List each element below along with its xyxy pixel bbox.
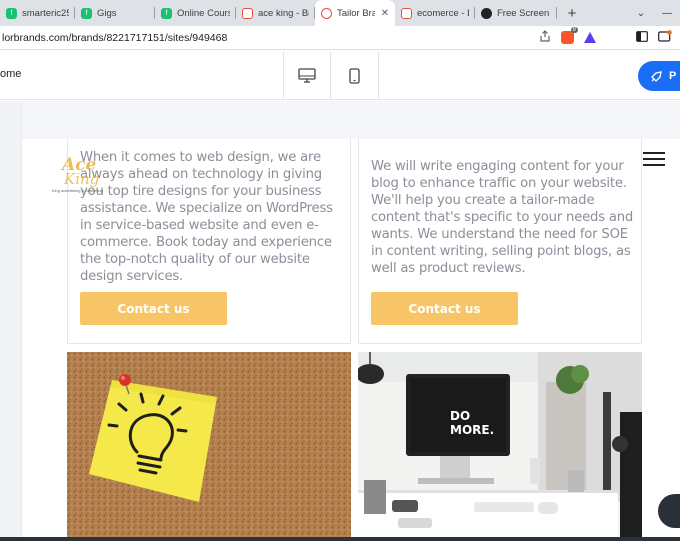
brave-shield-icon[interactable]: 8 xyxy=(561,27,578,44)
photo-desk-computer: DO MORE. xyxy=(358,352,642,541)
close-tab-icon[interactable]: ✕ xyxy=(381,8,389,19)
tab-title: ecomerce - E xyxy=(417,7,469,19)
service-card-web-design[interactable]: When it comes to web design, we are alwa… xyxy=(67,139,351,344)
browser-tab[interactable]: Free Screen R xyxy=(475,0,557,26)
publish-label: P xyxy=(669,70,677,82)
lightbulb-icon xyxy=(67,352,351,541)
text-line: well as product reviews. xyxy=(371,261,526,276)
tab-title: ace king - Br xyxy=(258,7,309,19)
text-line: in content writing, selling point blogs,… xyxy=(371,244,631,259)
photo-lightbulb-note xyxy=(67,352,351,541)
logo-tagline: King advertising & Marketing xyxy=(52,188,103,193)
mobile-icon xyxy=(349,67,360,84)
browser-tab-active[interactable]: Tailor Bra ✕ xyxy=(315,0,395,26)
text-line: wants. We understand the need for SOE xyxy=(371,227,628,242)
site-logo[interactable]: Ace King King advertising & Marketing xyxy=(52,155,108,199)
contact-us-button[interactable]: Contact us xyxy=(371,292,518,325)
text-line: commerce. Book today and experience xyxy=(80,235,332,250)
service-description: We will write engaging content for your … xyxy=(371,158,639,277)
desktop-icon xyxy=(298,68,316,83)
tab-favicon-icon: f xyxy=(6,7,17,19)
browser-tab[interactable]: f Online Cours xyxy=(155,0,236,26)
browser-tab[interactable]: ace king - Br xyxy=(236,0,315,26)
share-icon[interactable] xyxy=(539,30,551,45)
text-line: you top tire designs for your business xyxy=(80,184,322,199)
menu-bar xyxy=(643,164,665,166)
canvas-gutter xyxy=(0,101,22,541)
computer-icon: DO MORE. xyxy=(358,352,642,541)
screen-text-line2: MORE. xyxy=(450,423,494,437)
service-description: When it comes to web design, we are alwa… xyxy=(80,149,342,285)
tab-favicon-icon: f xyxy=(161,7,172,19)
address-bar-icons: 8 xyxy=(539,27,680,45)
menu-bar xyxy=(643,152,665,154)
device-preview-toggle xyxy=(283,52,379,100)
mobile-view-button[interactable] xyxy=(331,52,378,99)
tab-favicon-icon xyxy=(321,7,332,19)
text-line: the top-notch quality of our website xyxy=(80,252,310,267)
minimize-icon[interactable]: — xyxy=(654,8,680,19)
brave-badge: 8 xyxy=(570,27,578,33)
url-field[interactable]: lorbrands.com/brands/8221717151/sites/94… xyxy=(0,32,539,44)
desktop-view-button[interactable] xyxy=(284,52,331,99)
text-line: always ahead on technology in giving xyxy=(80,167,322,182)
brave-rewards-icon[interactable] xyxy=(584,32,596,43)
text-line: We'll help you create a tailor-made xyxy=(371,193,595,208)
menu-icon[interactable] xyxy=(643,152,665,166)
text-line: in service-based website and even e- xyxy=(80,218,319,233)
editor-canvas: When it comes to web design, we are alwa… xyxy=(0,101,680,541)
tab-title: Online Cours xyxy=(177,7,230,19)
tab-favicon-icon xyxy=(242,7,253,19)
text-line: When it comes to web design, we are xyxy=(80,150,321,165)
new-tab-button[interactable]: + xyxy=(557,0,587,26)
taskbar-strip xyxy=(0,537,680,541)
rocket-icon xyxy=(651,70,662,82)
publish-button[interactable]: P xyxy=(638,61,680,91)
text-line: We will write engaging content for your xyxy=(371,159,624,174)
text-line: design services. xyxy=(80,269,184,284)
text-line: content that's specific to your needs an… xyxy=(371,210,634,225)
tab-title: Tailor Bra xyxy=(337,7,375,19)
screen-text-line1: DO xyxy=(450,409,470,423)
window-controls: ⌄ — xyxy=(628,0,680,26)
logo-line2: King xyxy=(64,170,100,188)
browser-tab[interactable]: f Gigs xyxy=(75,0,155,26)
browser-tab-strip: f smarteric254 f Gigs f Online Cours ace… xyxy=(0,0,680,26)
service-card-content-writing[interactable]: We will write engaging content for your … xyxy=(358,139,642,344)
tab-title: Free Screen R xyxy=(497,7,551,19)
tab-title: smarteric254 xyxy=(22,7,69,19)
page-selector[interactable]: ome xyxy=(0,68,21,80)
browser-tab[interactable]: f smarteric254 xyxy=(0,0,75,26)
tab-title: Gigs xyxy=(97,7,117,19)
tab-favicon-icon: f xyxy=(81,7,92,19)
text-line: assistance. We specialize on WordPress xyxy=(80,201,333,216)
wallet-icon[interactable] xyxy=(658,30,672,45)
address-bar: lorbrands.com/brands/8221717151/sites/94… xyxy=(0,26,680,50)
sidebar-icon[interactable] xyxy=(636,30,648,45)
chevron-down-icon[interactable]: ⌄ xyxy=(628,8,654,19)
text-line: blog to enhance traffic on your website. xyxy=(371,176,627,191)
tab-favicon-icon xyxy=(401,7,412,19)
contact-us-button[interactable]: Contact us xyxy=(80,292,227,325)
site-preview: When it comes to web design, we are alwa… xyxy=(22,139,680,541)
menu-bar xyxy=(643,158,665,160)
browser-tab[interactable]: ecomerce - E xyxy=(395,0,475,26)
tab-favicon-icon xyxy=(481,7,492,19)
editor-toolbar: ome P xyxy=(0,50,680,100)
